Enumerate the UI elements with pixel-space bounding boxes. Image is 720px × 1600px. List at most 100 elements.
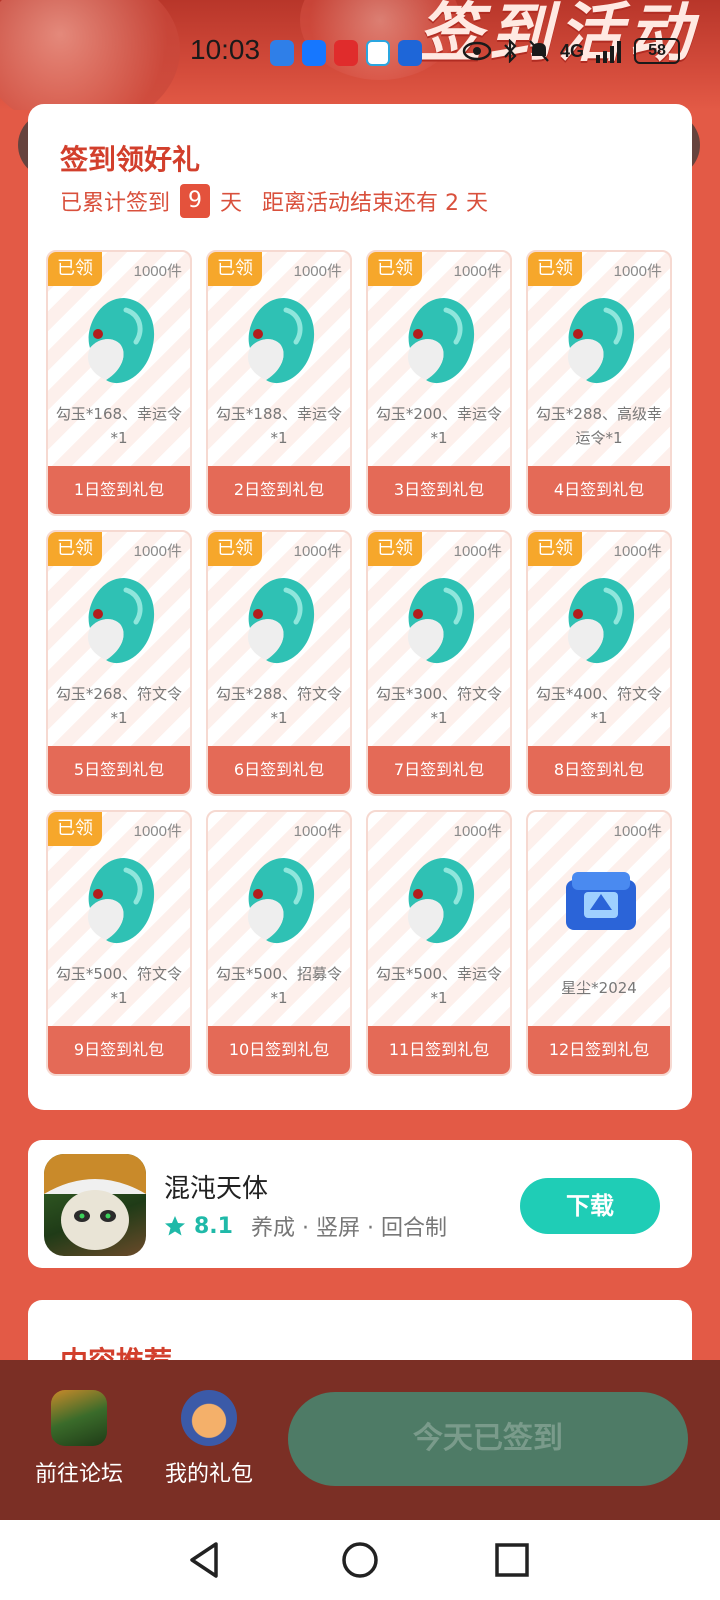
sign-in-days-unit: 天 <box>220 191 243 216</box>
nav-back-icon[interactable] <box>186 1540 222 1580</box>
shield-app-icon <box>270 40 294 66</box>
cloud-app-icon <box>366 40 390 66</box>
gift-description: 勾玉*200、幸运令*1 <box>375 405 503 447</box>
gift-package-label: 8日签到礼包 <box>528 746 670 794</box>
eye-icon <box>462 41 492 61</box>
claimed-badge: 已领 <box>48 812 102 846</box>
signed-today-button[interactable]: 今天已签到 <box>288 1392 688 1486</box>
game-app-icon[interactable] <box>44 1154 146 1256</box>
status-time: 10:03 <box>190 34 261 65</box>
jade-item-icon <box>396 290 486 390</box>
gift-package-label: 10日签到礼包 <box>208 1026 350 1074</box>
gift-card[interactable]: 已领 1000件 勾玉*288、符文令*1 6日签到礼包 <box>206 530 352 796</box>
claimed-badge: 已领 <box>528 252 582 286</box>
gift-description: 勾玉*500、符文令*1 <box>55 965 183 1007</box>
gift-quantity: 1000件 <box>453 823 502 840</box>
jade-item-icon <box>236 570 326 670</box>
gift-quantity: 1000件 <box>133 263 182 280</box>
gift-card[interactable]: 已领 1000件 勾玉*188、幸运令*1 2日签到礼包 <box>206 250 352 516</box>
claimed-badge: 已领 <box>48 532 102 566</box>
bluetooth-icon <box>504 39 517 63</box>
gift-quantity: 1000件 <box>613 543 662 560</box>
stardust-chest-icon <box>556 850 646 950</box>
gift-description: 勾玉*300、符文令*1 <box>375 685 503 727</box>
status-bar: 10:03 4G 58 <box>0 34 720 74</box>
gift-package-label: 5日签到礼包 <box>48 746 190 794</box>
star-icon <box>165 1216 185 1236</box>
jade-item-icon <box>236 290 326 390</box>
alipay-app-icon <box>302 40 326 66</box>
my-gift-button[interactable]: 我的礼包 <box>154 1390 264 1488</box>
gift-card[interactable]: 已领 1000件 勾玉*288、高级幸运令*1 4日签到礼包 <box>526 250 672 516</box>
claimed-badge: 已领 <box>48 252 102 286</box>
gift-description: 勾玉*268、符文令*1 <box>55 685 183 727</box>
gift-quantity: 1000件 <box>293 263 342 280</box>
my-gift-label: 我的礼包 <box>164 1462 253 1487</box>
gift-quantity: 1000件 <box>133 823 182 840</box>
gift-card[interactable]: 1000件 勾玉*500、招募令*1 10日签到礼包 <box>206 810 352 1076</box>
game-meta: 8.1 养成 · 竖屏 · 回合制 <box>164 1210 447 1242</box>
gift-description: 勾玉*400、符文令*1 <box>535 685 663 727</box>
game-name[interactable]: 混沌天体 <box>164 1168 268 1205</box>
download-button[interactable]: 下载 <box>520 1178 660 1234</box>
system-nav-bar <box>0 1520 720 1600</box>
status-right: 4G 58 <box>462 38 680 64</box>
bulb-app-icon <box>398 40 422 66</box>
gift-quantity: 1000件 <box>293 823 342 840</box>
forum-label: 前往论坛 <box>34 1462 123 1487</box>
gift-quantity: 1000件 <box>293 543 342 560</box>
gift-description: 勾玉*288、高级幸运令*1 <box>535 405 663 447</box>
gift-package-label: 4日签到礼包 <box>528 466 670 514</box>
claimed-badge: 已领 <box>368 252 422 286</box>
gift-package-label: 12日签到礼包 <box>528 1026 670 1074</box>
gift-package-label: 1日签到礼包 <box>48 466 190 514</box>
game-tags: 养成 · 竖屏 · 回合制 <box>250 1216 447 1241</box>
sign-in-progress: 已累计签到 9 天 距离活动结束还有 2 天 <box>60 184 488 218</box>
gift-card[interactable]: 已领 1000件 勾玉*168、幸运令*1 1日签到礼包 <box>46 250 192 516</box>
gift-package-label: 9日签到礼包 <box>48 1026 190 1074</box>
network-type: 4G <box>559 40 584 61</box>
gift-grid: 已领 1000件 勾玉*168、幸运令*1 1日签到礼包 已领 1000件 勾玉*188… <box>46 250 672 1076</box>
jade-item-icon <box>76 850 166 950</box>
gift-package-label: 6日签到礼包 <box>208 746 350 794</box>
nav-recents-icon[interactable] <box>494 1540 530 1580</box>
gift-card[interactable]: 1000件 星尘*2024 12日签到礼包 <box>526 810 672 1076</box>
claimed-badge: 已领 <box>528 532 582 566</box>
gift-card[interactable]: 1000件 勾玉*500、幸运令*1 11日签到礼包 <box>366 810 512 1076</box>
jade-item-icon <box>236 850 326 950</box>
gift-package-label: 11日签到礼包 <box>368 1026 510 1074</box>
claimed-badge: 已领 <box>208 532 262 566</box>
gift-card[interactable]: 已领 1000件 勾玉*268、符文令*1 5日签到礼包 <box>46 530 192 796</box>
jade-item-icon <box>76 570 166 670</box>
gift-card[interactable]: 已领 1000件 勾玉*400、符文令*1 8日签到礼包 <box>526 530 672 796</box>
bottom-action-bar: 前往论坛 我的礼包 今天已签到 <box>0 1360 720 1520</box>
huawei-app-icon <box>334 40 358 66</box>
sign-in-prefix: 已累计签到 <box>60 191 171 216</box>
game-card[interactable]: 混沌天体 8.1 养成 · 竖屏 · 回合制 下载 <box>28 1140 692 1268</box>
battery-indicator: 58 <box>634 38 680 64</box>
nav-home-icon[interactable] <box>340 1540 380 1580</box>
gift-avatar-icon <box>181 1390 237 1446</box>
jade-item-icon <box>396 850 486 950</box>
claimed-badge: 已领 <box>208 252 262 286</box>
claimed-badge: 已领 <box>368 532 422 566</box>
gift-description: 勾玉*500、招募令*1 <box>215 965 343 1007</box>
gift-card[interactable]: 已领 1000件 勾玉*200、幸运令*1 3日签到礼包 <box>366 250 512 516</box>
gift-card[interactable]: 已领 1000件 勾玉*500、符文令*1 9日签到礼包 <box>46 810 192 1076</box>
jade-item-icon <box>396 570 486 670</box>
sign-in-title: 签到领好礼 <box>60 143 201 176</box>
gift-description: 勾玉*500、幸运令*1 <box>375 965 503 1007</box>
gift-description: 星尘*2024 <box>561 979 637 997</box>
gift-description: 勾玉*288、符文令*1 <box>215 685 343 727</box>
gift-package-label: 3日签到礼包 <box>368 466 510 514</box>
jade-item-icon <box>556 570 646 670</box>
forum-icon <box>51 1390 107 1446</box>
gift-card[interactable]: 已领 1000件 勾玉*300、符文令*1 7日签到礼包 <box>366 530 512 796</box>
gift-quantity: 1000件 <box>133 543 182 560</box>
gift-package-label: 7日签到礼包 <box>368 746 510 794</box>
gift-quantity: 1000件 <box>613 263 662 280</box>
gift-quantity: 1000件 <box>453 543 502 560</box>
jade-item-icon <box>556 290 646 390</box>
signal-icon <box>596 41 621 63</box>
forum-button[interactable]: 前往论坛 <box>24 1390 134 1488</box>
